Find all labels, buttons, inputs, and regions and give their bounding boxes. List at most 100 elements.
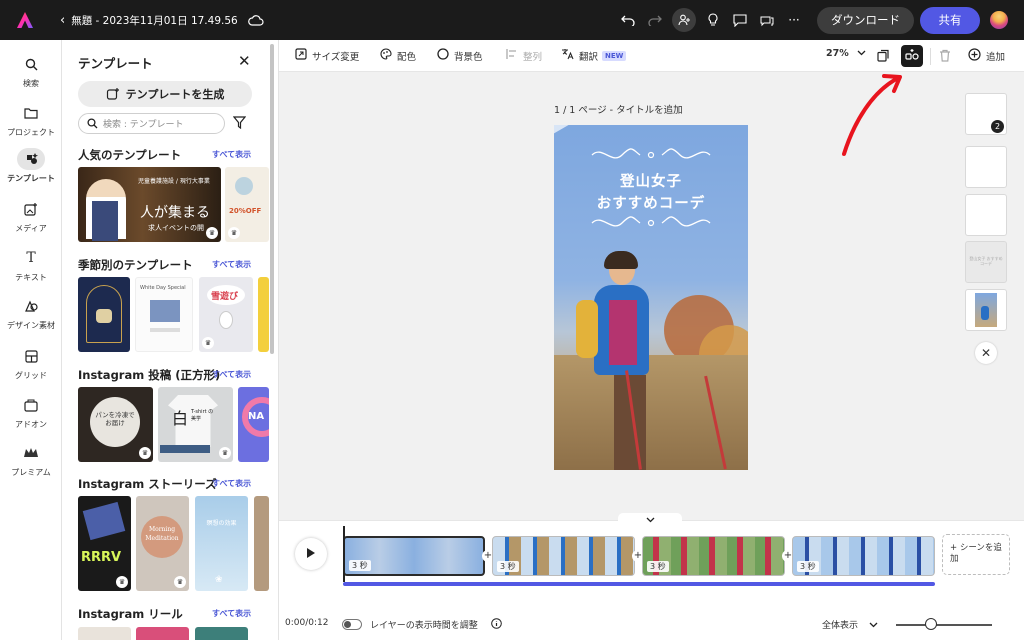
timeline-progress-bar[interactable] xyxy=(343,582,935,586)
generate-template-button[interactable]: テンプレートを生成 xyxy=(78,81,252,107)
template-thumb-story-4[interactable] xyxy=(254,496,269,591)
scene-settings-button[interactable] xyxy=(901,45,923,67)
show-all-instagram-stories-link[interactable]: すべて表示 xyxy=(212,478,251,489)
template-thumb-seasonal-2[interactable]: White Day Special xyxy=(135,277,193,352)
timeline-clip-3[interactable]: 3 秒 xyxy=(642,536,785,576)
thumb-headline: 人が集まる xyxy=(140,205,210,221)
align-button[interactable]: 整列 xyxy=(506,48,542,63)
section-title-instagram-reels: Instagram リール xyxy=(78,607,183,621)
template-thumb-popular-2[interactable]: 20%OFF ♛ xyxy=(225,167,269,242)
document-title[interactable]: 無題 - 2023年11月01日 17.49.56 xyxy=(71,13,238,28)
back-chevron-icon[interactable]: ‹ xyxy=(60,13,65,28)
nav-grid[interactable]: グリッド xyxy=(0,345,62,381)
generate-template-label: テンプレートを生成 xyxy=(125,88,225,101)
scene-thumb-5[interactable] xyxy=(965,289,1007,331)
scene-thumb-2[interactable] xyxy=(965,146,1007,188)
translate-button[interactable]: 翻訳 NEW xyxy=(561,48,627,63)
timeline-clip-1[interactable]: 3 秒 xyxy=(343,536,485,576)
show-all-instagram-post-link[interactable]: すべて表示 xyxy=(212,369,251,380)
timeline-zoom-slider[interactable] xyxy=(896,624,992,626)
redo-icon[interactable] xyxy=(645,10,665,30)
nav-media[interactable]: メディア xyxy=(0,198,62,234)
ornament-bottom xyxy=(591,216,711,227)
show-all-seasonal-link[interactable]: すべて表示 xyxy=(212,259,251,270)
filter-icon[interactable] xyxy=(232,116,247,132)
lightbulb-icon[interactable] xyxy=(703,10,723,30)
template-thumb-instagram-1[interactable]: パンを冷凍でお届け ♛ xyxy=(78,387,153,462)
nav-design-assets[interactable]: デザイン素材 xyxy=(0,295,62,331)
page-label[interactable]: 1 / 1 ページ - タイトルを追加 xyxy=(554,102,683,116)
section-title-popular: 人気のテンプレート xyxy=(78,148,182,162)
nav-text[interactable]: T テキスト xyxy=(0,247,62,283)
zoom-dropdown[interactable]: 27% xyxy=(826,48,866,59)
delete-icon[interactable] xyxy=(939,49,951,62)
timeline-clip-2[interactable]: 3 秒 xyxy=(492,536,635,576)
template-thumb-seasonal-1[interactable] xyxy=(78,277,130,352)
scene-thumb-4[interactable]: 登山女子 おすすめコーデ xyxy=(965,241,1007,283)
avatar[interactable] xyxy=(990,11,1008,29)
nav-premium[interactable]: プレミアム xyxy=(0,442,62,478)
background-color-button[interactable]: 背景色 xyxy=(437,48,483,63)
layer-duration-toggle[interactable] xyxy=(342,619,362,630)
template-thumb-popular-1[interactable]: 児童養護施設 / 現行大事業 人が集まる 求人イベントの開 ♛ xyxy=(78,167,221,242)
template-thumb-seasonal-3[interactable]: 雪遊び ♛ xyxy=(199,277,253,352)
background-color-label: 背景色 xyxy=(454,51,483,63)
adobe-express-logo[interactable] xyxy=(16,11,34,29)
nav-addons[interactable]: アドオン xyxy=(0,394,62,430)
timeline-clip-4[interactable]: 3 秒 xyxy=(792,536,935,576)
timeline-zoom-knob[interactable] xyxy=(925,618,937,630)
grid-icon xyxy=(17,345,45,367)
text-icon: T xyxy=(26,250,36,266)
thumb-text: White Day Special xyxy=(140,285,186,291)
nav-templates[interactable]: テンプレート xyxy=(0,148,62,184)
template-thumb-instagram-2[interactable]: 白 T-shirt の美学 ♛ xyxy=(158,387,233,462)
play-button[interactable] xyxy=(295,538,327,570)
template-thumb-reel-2[interactable] xyxy=(136,627,189,640)
playhead[interactable] xyxy=(343,526,345,582)
comment-icon[interactable] xyxy=(730,10,750,30)
template-search-input[interactable]: 検索 : テンプレート xyxy=(78,113,225,134)
template-thumb-reel-3[interactable] xyxy=(195,627,248,640)
share-button[interactable]: 共有 xyxy=(920,6,980,34)
scene-thumb-3[interactable] xyxy=(965,194,1007,236)
align-icon xyxy=(506,48,518,63)
resize-button[interactable]: サイズ変更 xyxy=(295,48,359,63)
template-thumb-story-3[interactable]: 瞑想の効果 ❀ xyxy=(195,496,248,591)
template-thumb-instagram-3[interactable]: NA xyxy=(238,387,269,462)
share-link-icon[interactable] xyxy=(757,10,777,30)
thumb-text: 雪遊び xyxy=(211,292,239,302)
template-thumb-reel-1[interactable] xyxy=(78,627,131,640)
clip-duration: 3 秒 xyxy=(647,561,669,572)
show-all-instagram-reels-link[interactable]: すべて表示 xyxy=(212,608,251,619)
playback-time: 0:00/0:12 xyxy=(285,618,329,628)
premium-crown-icon: ♛ xyxy=(206,227,218,239)
add-label: 追加 xyxy=(986,52,1006,63)
template-icon xyxy=(17,148,45,170)
panel-scroll-thumb[interactable] xyxy=(270,44,274,354)
thumb-subtext: T-shirt の美学 xyxy=(191,409,214,422)
invite-user-icon[interactable] xyxy=(672,8,696,32)
template-thumb-story-1[interactable]: RRRV ♛ xyxy=(78,496,131,591)
ornament-top xyxy=(591,148,711,159)
color-scheme-button[interactable]: 配色 xyxy=(380,48,416,63)
undo-icon[interactable] xyxy=(618,10,638,30)
more-icon[interactable]: ··· xyxy=(784,10,804,30)
show-all-popular-link[interactable]: すべて表示 xyxy=(212,149,251,160)
add-scene-button[interactable]: + シーンを追加 xyxy=(942,534,1010,575)
duplicate-icon[interactable] xyxy=(877,49,890,62)
design-page[interactable]: 登山女子 おすすめコーデ xyxy=(554,125,748,470)
close-scenes-icon[interactable]: ✕ xyxy=(975,342,997,364)
download-button[interactable]: ダウンロード xyxy=(817,6,914,34)
template-thumb-seasonal-4[interactable] xyxy=(258,277,269,352)
page-title-line-1[interactable]: 登山女子 xyxy=(554,170,748,191)
scene-thumb-1[interactable]: 2 xyxy=(965,93,1007,135)
nav-search[interactable]: 検索 xyxy=(0,53,62,89)
collapse-timeline-button[interactable] xyxy=(618,513,682,523)
nav-projects[interactable]: プロジェクト xyxy=(0,102,62,138)
close-icon[interactable]: ✕ xyxy=(238,52,251,70)
add-button[interactable]: 追加 xyxy=(968,48,1005,64)
template-thumb-story-2[interactable]: Morning Meditation ♛ xyxy=(136,496,189,591)
info-icon[interactable] xyxy=(491,618,502,632)
fit-view-dropdown[interactable]: 全体表示 xyxy=(822,618,878,631)
page-title-line-2[interactable]: おすすめコーデ xyxy=(554,192,748,213)
